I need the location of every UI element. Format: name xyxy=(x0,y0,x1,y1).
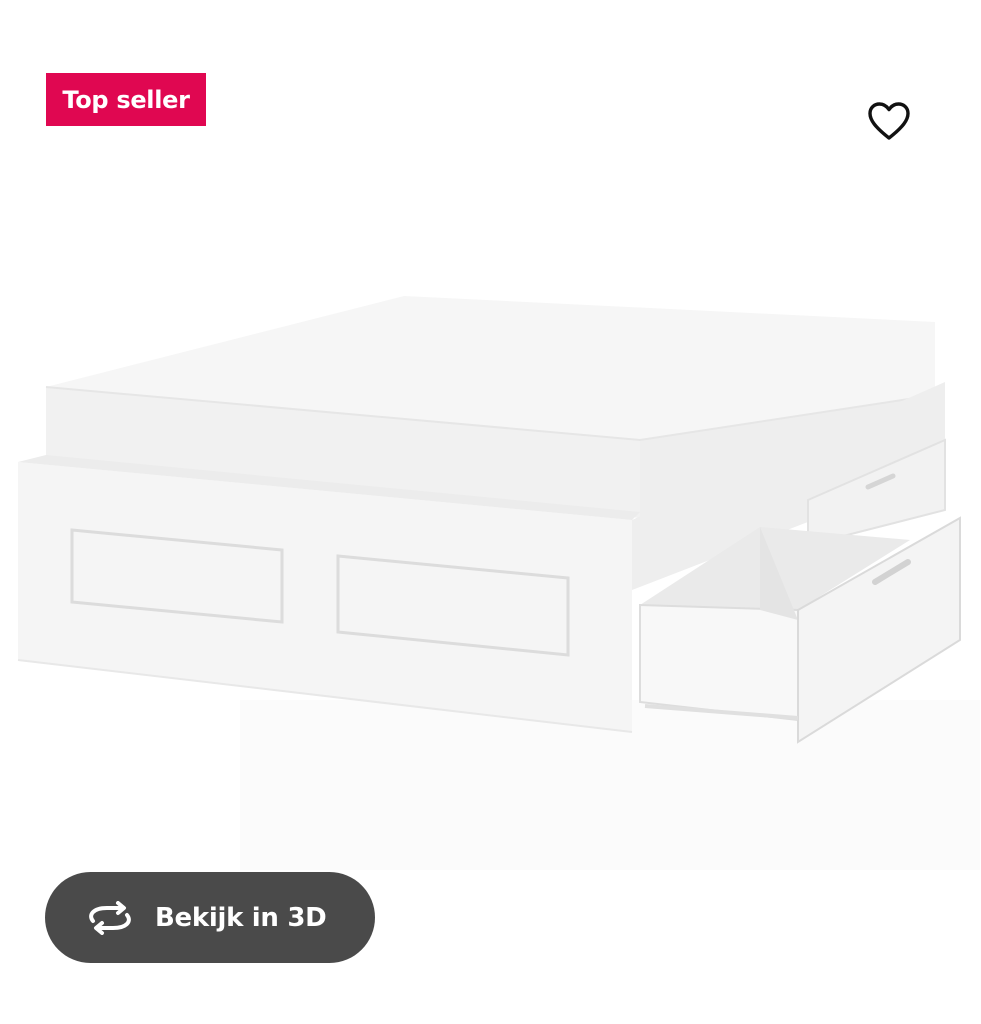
top-seller-badge: Top seller xyxy=(46,73,206,126)
product-media-card: Top seller Bekijk in 3D xyxy=(0,0,981,1024)
favorite-button[interactable] xyxy=(862,94,916,148)
view-in-3d-label: Bekijk in 3D xyxy=(155,902,327,933)
rotate-3d-icon xyxy=(85,898,135,938)
product-image xyxy=(17,296,980,870)
heart-outline-icon xyxy=(868,102,910,140)
view-in-3d-button[interactable]: Bekijk in 3D xyxy=(45,872,375,963)
